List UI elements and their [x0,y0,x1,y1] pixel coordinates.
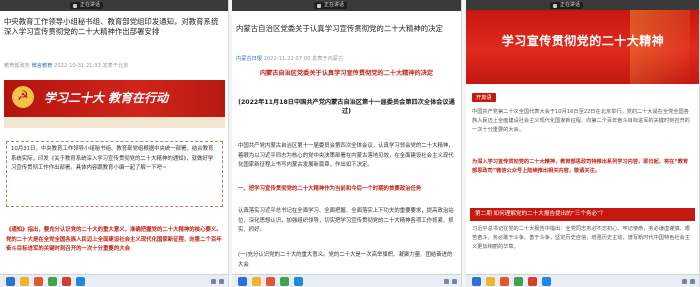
article-source-link[interactable]: 内蒙古日报 [236,56,262,62]
article-date: 2022-10-31 21:33 [54,63,101,69]
banner-text: 学习宣传贯彻党的二十大精神 [501,34,665,48]
article-location: 发表于北京 [102,63,129,69]
article-panel-nmg: 正在讲话 内蒙古自治区党委关于认真学习宣传贯彻党的二十大精神的决定 内蒙古日报 … [232,0,462,287]
taskbar [0,274,228,287]
app-icon[interactable] [62,276,71,286]
article-source: 教育部政务 [4,63,30,69]
system-tray [682,278,695,284]
start-icon[interactable] [472,276,481,286]
article-panel-study: 正在讲话 学习宣传贯彻党的二十大精神 开篇语 中国共产党第二十次全国代表大会于1… [466,0,700,287]
share-status-chip[interactable]: 正在讲话 [70,2,104,9]
section-bar: 第二期 如何理解党的二十大报告提出的“三个务必”？ [470,208,695,221]
system-tray [211,278,224,284]
paragraph: 中国共产党第二十次全国代表大会于10月16日至22日在北京举行。党的二十大是在全… [472,109,690,133]
tray-icon[interactable] [452,278,457,284]
tray-icon[interactable] [444,278,449,284]
share-status-label: 正在讲话 [80,2,101,8]
highlight-paragraph: 为深入学习宣传贯彻党的二十大精神，教育部思政司特推出系列学习内容，即日起，将在“… [472,159,689,174]
start-icon[interactable] [238,276,247,286]
screen-share-bar: 正在讲话 [0,0,228,11]
screen-share-bar: 正在讲话 [232,0,461,11]
mic-icon [553,3,557,8]
paragraph: 认真落实习近平总书记在全面学习、全面把握、全面落实上下功夫的重要要求，提高政治站… [238,208,454,233]
banner-text: 学习二十大 教育在行动 [44,91,169,105]
article-banner: ☭ 学习二十大 教育在行动 [4,80,225,128]
app-icon[interactable] [76,276,85,286]
mic-icon [73,3,77,8]
section-heading: 一、把学习宣传贯彻党的二十大精神作为当前和今后一个时期的首要政治任务 [238,186,422,192]
app-icon[interactable] [294,276,303,286]
mic-icon [317,3,321,8]
share-status-label: 正在讲话 [560,2,581,8]
paragraph: 中国共产党内蒙古自治区第十一届委员会第四次全体会议，认真学习领会党的二十大精神，… [238,143,454,168]
share-status-chip[interactable]: 正在讲话 [314,2,348,9]
folder-icon[interactable] [20,276,29,286]
article-banner: 学习宣传贯彻党的二十大精神 [466,10,699,84]
share-status-chip[interactable]: 正在讲话 [550,2,584,9]
wechat-icon[interactable] [48,276,57,286]
article-title: 中央教育工作领导小组秘书组、教育部党组印发通知，对教育系统深入学习宣传贯彻党的二… [4,17,219,36]
tray-icon[interactable] [690,278,695,284]
browser-icon[interactable] [500,276,509,286]
intro-tag: 开篇语 [472,93,496,102]
tray-icon[interactable] [682,278,687,284]
paragraph: 习近平总书记在党的二十大报告中指出：全党同志务必不忘初心、牢记使命，务必谦虚谨慎… [472,226,690,250]
decision-subheading: (2022年11月18日中国共产党内蒙古自治区第十一届委员会第四次全体会议通过) [238,99,455,115]
tray-icon[interactable] [211,278,216,284]
article-title: 内蒙古自治区党委关于认真学习宣传贯彻党的二十大精神的决定 [236,24,443,33]
decision-heading: 内蒙古自治区党委关于认真学习宣传贯彻党的二十大精神的决定 [259,70,434,77]
article-date: 2022-11-22 07:00 [263,56,311,62]
article-meta: 教育部政务 微言教育 2022-10-31 21:33 发表于北京 [0,59,132,72]
start-icon[interactable] [6,276,15,286]
summary-box: 10月31日，中央教育工作领导小组秘书组、教育部党组根据中央统一部署，结合教育系… [6,141,223,207]
article-panel-education: 正在讲话 中央教育工作领导小组秘书组、教育部党组印发通知，对教育系统深入学习宣传… [0,0,229,287]
wechat-icon[interactable] [514,276,523,286]
browser-icon[interactable] [266,276,275,286]
browser-icon[interactable] [34,276,43,286]
taskbar [466,274,699,287]
summary-text: 10月31日，中央教育工作领导小组秘书组、教育部党组根据中央统一部署，结合教育系… [11,146,214,171]
tray-icon[interactable] [219,278,224,284]
article-location: 发表于内蒙古 [312,56,344,62]
screen: 正在讲话 中央教育工作领导小组秘书组、教育部党组印发通知，对教育系统深入学习宣传… [0,0,700,287]
folder-icon[interactable] [252,276,261,286]
notice-excerpt: 《通知》指出，要充分认识党的二十大的重大意义，准确把握党的二十大精神的核心要义。… [6,227,222,252]
app-icon[interactable] [542,276,551,286]
share-status-label: 正在讲话 [324,2,345,8]
banner-strip [4,117,225,128]
app-icon[interactable] [528,276,537,286]
party-emblem-icon: ☭ [12,86,34,108]
paragraph: (一)充分认识党的二十大的重大意义。党的二十大是一次高举旗帜、凝聚力量、团结奋进… [238,252,453,268]
wechat-icon[interactable] [280,276,289,286]
system-tray [444,278,457,284]
folder-icon[interactable] [486,276,495,286]
article-meta: 内蒙古日报 2022-11-22 07:00 发表于内蒙古 [232,52,347,65]
taskbar [232,274,461,287]
article-author-link[interactable]: 微言教育 [32,63,53,69]
